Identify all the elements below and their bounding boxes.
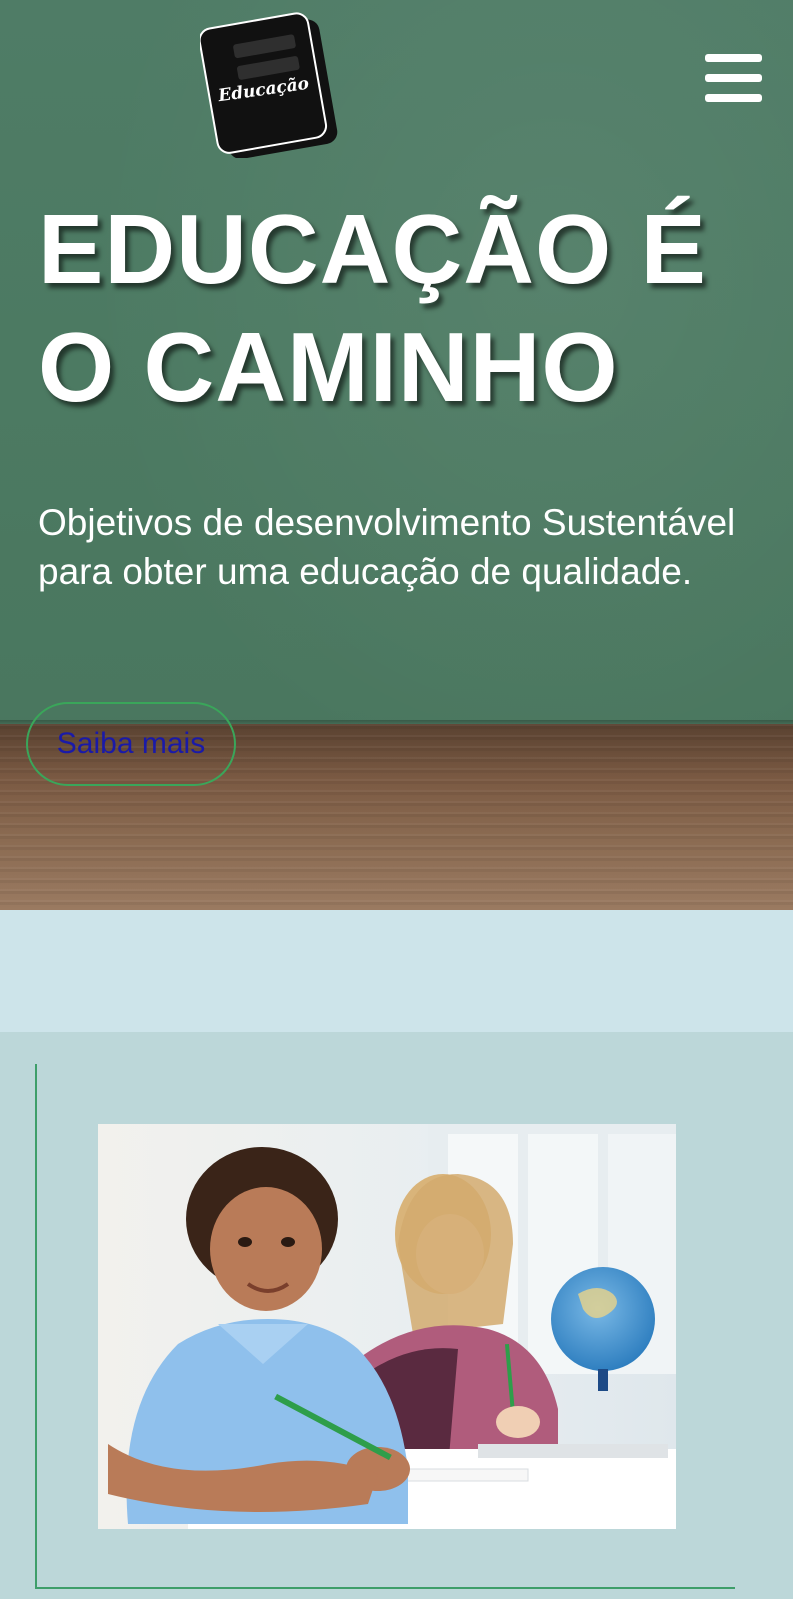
frame-line-left bbox=[35, 1064, 37, 1588]
hero-title: EDUCAÇÃO É O CAMINHO bbox=[38, 194, 707, 422]
saiba-mais-button[interactable]: Saiba mais bbox=[26, 702, 236, 786]
light-band bbox=[0, 910, 793, 1032]
hero-subtitle: Objetivos de desenvolvimento Sustentável… bbox=[38, 502, 736, 592]
frame-line-bottom bbox=[35, 1587, 735, 1589]
hamburger-menu-icon[interactable] bbox=[705, 54, 762, 102]
students-photo bbox=[98, 1124, 676, 1529]
